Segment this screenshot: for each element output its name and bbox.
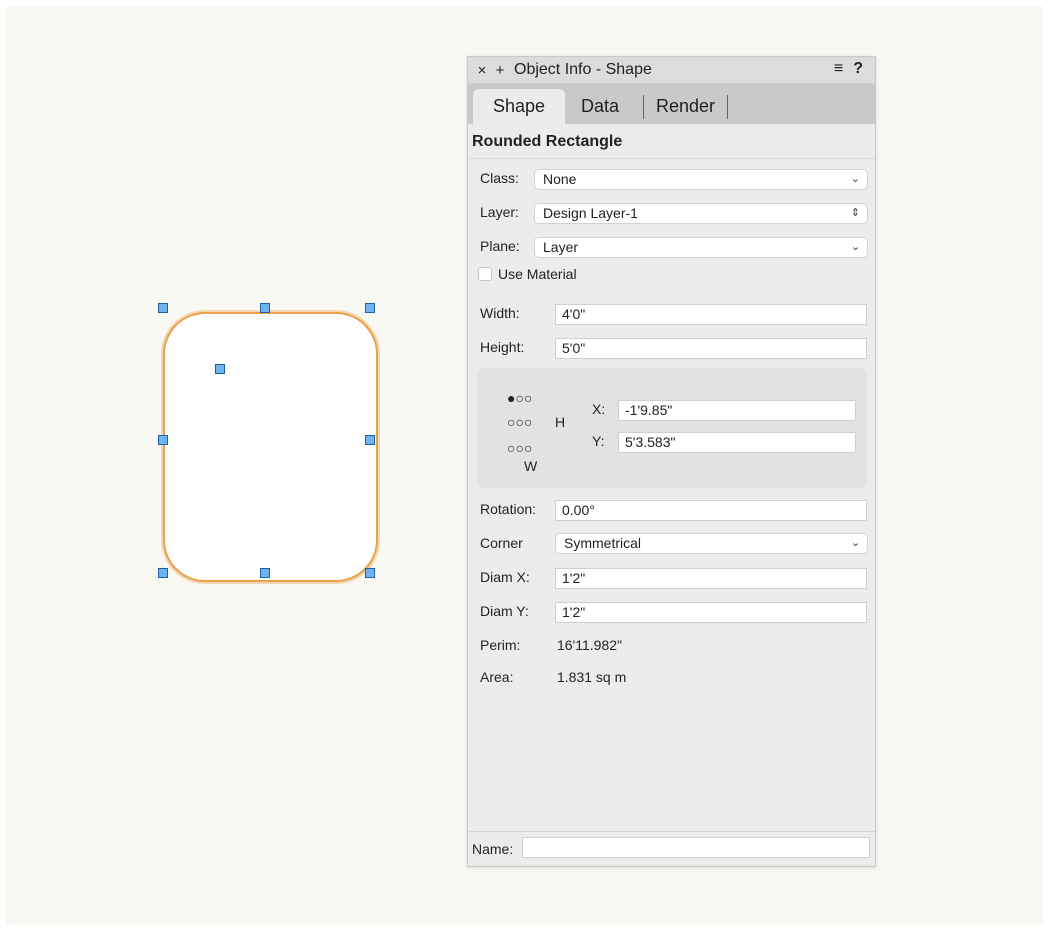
- name-label: Name:: [472, 841, 514, 857]
- resize-handle-top[interactable]: [260, 303, 270, 313]
- anchor-row-1[interactable]: ●○○: [507, 390, 532, 406]
- resize-handle-bottom-right[interactable]: [365, 568, 375, 578]
- menu-icon[interactable]: ≡: [834, 60, 843, 78]
- area-label: Area:: [480, 669, 514, 685]
- width-field[interactable]: 4'0": [555, 304, 867, 325]
- resize-handle-bottom-left[interactable]: [158, 568, 168, 578]
- class-label: Class:: [480, 170, 519, 186]
- plane-label: Plane:: [480, 238, 520, 254]
- divider: [468, 158, 875, 159]
- tab-data[interactable]: Data: [565, 89, 635, 124]
- tab-strip: Shape Data Render: [468, 84, 875, 124]
- resize-handle-bottom[interactable]: [260, 568, 270, 578]
- palette-titlebar: × + Object Info - Shape ≡ ?: [468, 57, 875, 84]
- corner-value: Symmetrical: [564, 535, 642, 551]
- diam-x-label: Diam X:: [480, 569, 530, 585]
- x-field[interactable]: -1'9.85": [618, 400, 856, 421]
- area-value: 1.831 sq m: [557, 669, 627, 685]
- anchor-row-2[interactable]: ○○○: [507, 414, 532, 430]
- add-icon[interactable]: +: [492, 62, 508, 79]
- y-label: Y:: [592, 433, 605, 449]
- layer-select[interactable]: Design Layer-1 ⇕: [534, 203, 868, 224]
- diam-y-field[interactable]: 1'2": [555, 602, 867, 623]
- up-down-arrows-icon: ⇕: [850, 207, 860, 219]
- rounded-rectangle-shape[interactable]: [163, 312, 378, 582]
- tab-render[interactable]: Render: [640, 89, 731, 124]
- use-material-checkbox[interactable]: [478, 267, 492, 281]
- plane-value: Layer: [543, 239, 579, 255]
- class-value: None: [543, 171, 577, 187]
- corner-label: Corner: [480, 535, 523, 551]
- name-bar: Name:: [468, 831, 875, 866]
- palette-title: Object Info - Shape: [514, 61, 652, 78]
- name-field[interactable]: [522, 837, 870, 858]
- corner-select[interactable]: Symmetrical ⌄: [555, 533, 868, 554]
- resize-handle-top-right[interactable]: [365, 303, 375, 313]
- object-info-palette: × + Object Info - Shape ≡ ? Shape Data R…: [467, 56, 876, 867]
- width-anchor-label: W: [524, 458, 538, 474]
- layer-label: Layer:: [480, 204, 519, 220]
- layer-value: Design Layer-1: [543, 205, 638, 221]
- width-label: Width:: [480, 305, 520, 321]
- tab-separator: [727, 95, 728, 119]
- diam-x-field[interactable]: 1'2": [555, 568, 867, 589]
- resize-handle-left[interactable]: [158, 435, 168, 445]
- y-field[interactable]: 5'3.583": [618, 432, 856, 453]
- x-label: X:: [592, 401, 606, 417]
- plane-select[interactable]: Layer ⌄: [534, 237, 868, 258]
- diam-y-label: Diam Y:: [480, 603, 529, 619]
- height-field[interactable]: 5'0": [555, 338, 867, 359]
- resize-handle-top-left[interactable]: [158, 303, 168, 313]
- chevron-down-icon: ⌄: [850, 241, 860, 253]
- chevron-down-icon: ⌄: [850, 173, 860, 185]
- height-label: Height:: [480, 339, 525, 355]
- position-group: ●○○ ○○○ H ○○○ W X: -1'9.85" Y: 5'3.583": [477, 368, 867, 488]
- perimeter-label: Perim:: [480, 637, 521, 653]
- corner-radius-handle[interactable]: [215, 364, 225, 374]
- chevron-down-icon: ⌄: [850, 537, 860, 549]
- rotation-field[interactable]: 0.00°: [555, 500, 867, 521]
- use-material-label: Use Material: [498, 266, 577, 282]
- close-icon[interactable]: ×: [474, 62, 490, 79]
- height-anchor-label: H: [555, 414, 566, 430]
- resize-handle-right[interactable]: [365, 435, 375, 445]
- tab-shape[interactable]: Shape: [473, 89, 565, 124]
- object-type-heading: Rounded Rectangle: [472, 133, 623, 150]
- rotation-label: Rotation:: [480, 501, 537, 517]
- class-select[interactable]: None ⌄: [534, 169, 868, 190]
- anchor-row-3[interactable]: ○○○: [507, 440, 532, 456]
- help-icon[interactable]: ?: [853, 60, 863, 78]
- perimeter-value: 16'11.982": [557, 637, 622, 653]
